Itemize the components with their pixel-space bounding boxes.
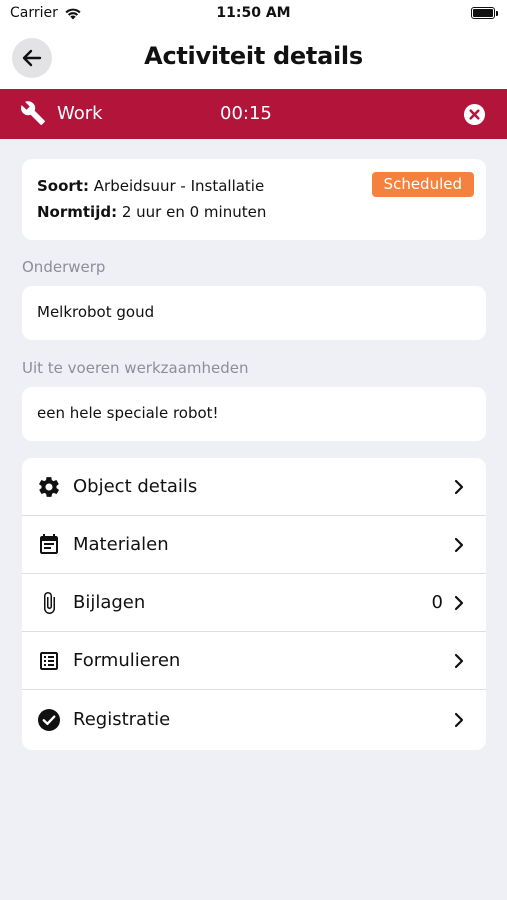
clock: 11:50 AM xyxy=(216,5,291,21)
calendar-icon xyxy=(40,534,58,554)
divider xyxy=(22,689,486,690)
work-section-label: Uit te voeren werkzaamheden xyxy=(22,359,249,377)
status-badge: Scheduled xyxy=(371,172,474,197)
menu-item-registratie[interactable]: Registratie xyxy=(22,691,486,749)
chevron-right-icon xyxy=(454,479,464,495)
type-value: Arbeidsuur - Installatie xyxy=(93,177,265,195)
activity-info-card: Soort: Arbeidsuur - Installatie Normtijd… xyxy=(22,159,486,240)
paperclip-icon xyxy=(44,592,55,614)
work-value: een hele speciale robot! xyxy=(37,404,219,422)
menu-item-label: Materialen xyxy=(73,534,169,555)
check-circle-icon xyxy=(38,709,60,731)
timer-activity-label: Work xyxy=(57,103,103,124)
gear-icon xyxy=(39,477,59,497)
chevron-right-icon xyxy=(454,595,464,611)
type-row: Soort: Arbeidsuur - Installatie xyxy=(37,177,264,195)
menu-item-label: Bijlagen xyxy=(73,592,146,613)
chevron-right-icon xyxy=(454,653,464,669)
menu-item-materialen[interactable]: Materialen xyxy=(22,516,486,574)
timer-elapsed: 00:15 xyxy=(220,103,272,124)
activity-menu: Object details Materialen Bijlagen 0 For… xyxy=(22,458,486,750)
menu-item-label: Object details xyxy=(73,476,198,497)
wrench-icon xyxy=(21,101,45,125)
norm-time-label: Normtijd: xyxy=(37,203,118,221)
timer-bar: Work 00:15 xyxy=(0,89,507,139)
norm-time-value: 2 uur en 0 minuten xyxy=(121,203,267,221)
menu-item-label: Formulieren xyxy=(73,650,181,671)
navigation-bar: Activiteit details xyxy=(0,28,507,89)
menu-item-object-details[interactable]: Object details xyxy=(22,458,486,516)
norm-time-row: Normtijd: 2 uur en 0 minuten xyxy=(37,203,266,221)
work-card: een hele speciale robot! xyxy=(22,387,486,441)
chevron-right-icon xyxy=(454,537,464,553)
page-title: Activiteit details xyxy=(144,42,363,70)
menu-item-label: Registratie xyxy=(73,709,171,730)
status-bar: Carrier 11:50 AM xyxy=(0,0,507,28)
menu-item-bijlagen[interactable]: Bijlagen 0 xyxy=(22,574,486,632)
battery-icon xyxy=(471,7,498,19)
close-timer-button[interactable] xyxy=(463,103,486,126)
subject-card: Melkrobot goud xyxy=(22,286,486,340)
list-icon xyxy=(40,652,58,670)
type-label: Soort: xyxy=(37,177,89,195)
subject-section-label: Onderwerp xyxy=(22,258,106,276)
subject-value: Melkrobot goud xyxy=(37,303,155,321)
attachment-count: 0 xyxy=(431,592,443,613)
chevron-right-icon xyxy=(454,712,464,728)
menu-item-formulieren[interactable]: Formulieren xyxy=(22,632,486,690)
